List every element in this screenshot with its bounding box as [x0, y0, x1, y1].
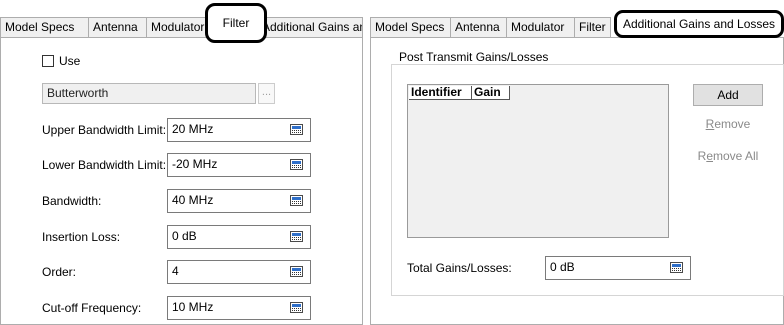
remove-button[interactable]: Remove: [693, 113, 763, 135]
tab-filter[interactable]: Filter: [574, 17, 611, 38]
remove-mnemonic: R: [705, 117, 715, 131]
group-title: Post Transmit Gains/Losses: [397, 50, 551, 64]
tab-strip: Model Specs Antenna Modulator Additional…: [0, 0, 363, 43]
filter-type-select[interactable]: Butterworth: [42, 83, 256, 104]
order-field[interactable]: 4: [167, 260, 311, 284]
tab-modulator[interactable]: Modulator: [506, 17, 575, 38]
calculator-icon[interactable]: [290, 124, 303, 135]
tab-additional-gains-losses[interactable]: Additional Gains and Losses: [257, 17, 363, 38]
insertion-loss-field[interactable]: 0 dB: [167, 225, 311, 249]
field-value: 0 dB: [172, 229, 197, 243]
total-gains-losses-field[interactable]: 0 dB: [545, 256, 691, 280]
field-value: 4: [172, 264, 179, 278]
lower-bandwidth-limit-field[interactable]: -20 MHz: [167, 153, 311, 177]
calculator-icon[interactable]: [290, 231, 303, 242]
cutoff-frequency-label: Cut-off Frequency:: [42, 301, 142, 315]
tab-antenna[interactable]: Antenna: [88, 17, 147, 38]
gains-list[interactable]: Identifier Gain: [407, 84, 669, 238]
tab-strip: Model Specs Antenna Modulator Filter Add…: [370, 0, 784, 42]
insertion-loss-label: Insertion Loss:: [42, 230, 121, 244]
tab-model-specs[interactable]: Model Specs: [0, 17, 89, 38]
bandwidth-label: Bandwidth:: [42, 194, 102, 208]
lower-bandwidth-limit-label: Lower Bandwidth Limit:: [42, 158, 167, 172]
remove-all-button[interactable]: Remove All: [693, 145, 763, 167]
calculator-icon[interactable]: [290, 302, 303, 313]
add-button[interactable]: Add: [693, 84, 763, 106]
gains-losses-properties-panel: Model Specs Antenna Modulator Filter Add…: [370, 0, 784, 325]
field-value: 0 dB: [550, 260, 575, 274]
total-gains-losses-label: Total Gains/Losses:: [407, 261, 512, 275]
tab-filter[interactable]: Filter: [205, 3, 267, 43]
field-value: 10 MHz: [172, 300, 214, 314]
field-value: 20 MHz: [172, 122, 214, 136]
tab-model-specs[interactable]: Model Specs: [370, 17, 451, 38]
cutoff-frequency-field[interactable]: 10 MHz: [167, 296, 311, 320]
checkbox-box[interactable]: [42, 55, 54, 67]
upper-bandwidth-limit-field[interactable]: 20 MHz: [167, 118, 311, 142]
upper-bandwidth-limit-label: Upper Bandwidth Limit:: [42, 123, 167, 137]
column-header-gain[interactable]: Gain: [472, 86, 510, 100]
field-value: 40 MHz: [172, 193, 214, 207]
filter-options-button[interactable]: ...: [258, 83, 275, 104]
tab-antenna[interactable]: Antenna: [450, 17, 507, 38]
tab-additional-gains-losses[interactable]: Additional Gains and Losses: [614, 10, 784, 38]
calculator-icon[interactable]: [290, 195, 303, 206]
calculator-icon[interactable]: [670, 262, 683, 273]
remove-all-mnemonic: e: [706, 149, 713, 163]
column-header-identifier[interactable]: Identifier: [409, 86, 472, 100]
calculator-icon[interactable]: [290, 266, 303, 277]
filter-properties-panel: Model Specs Antenna Modulator Additional…: [0, 0, 363, 325]
use-checkbox-label: Use: [59, 54, 81, 68]
field-value: -20 MHz: [172, 157, 218, 171]
order-label: Order:: [42, 265, 77, 279]
tab-modulator[interactable]: Modulator: [146, 17, 208, 38]
calculator-icon[interactable]: [290, 159, 303, 170]
bandwidth-field[interactable]: 40 MHz: [167, 189, 311, 213]
